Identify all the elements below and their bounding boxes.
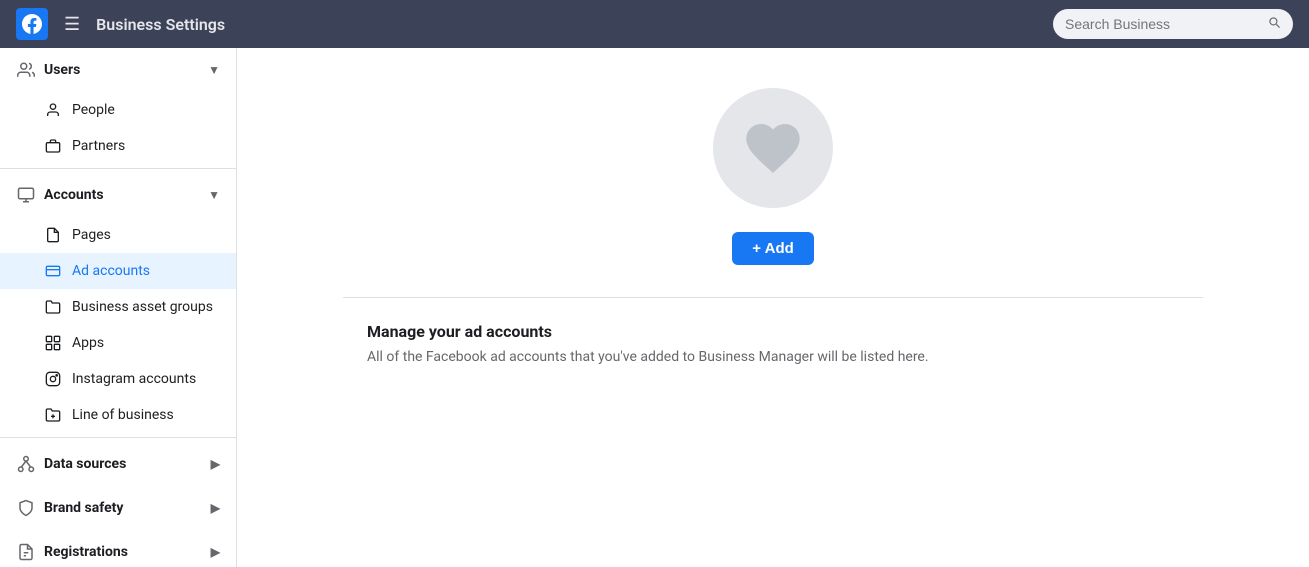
layout: Users ▼ People Partners [0, 48, 1309, 567]
divider-1 [0, 168, 236, 169]
sidebar-item-pages[interactable]: Pages [0, 217, 236, 253]
search-icon [1267, 15, 1281, 33]
sidebar-section-users[interactable]: Users ▼ [0, 48, 236, 92]
accounts-chevron: ▼ [208, 188, 220, 202]
partners-label: Partners [72, 138, 125, 154]
brand-safety-chevron: ▶ [211, 501, 220, 515]
users-section-label: Users [44, 62, 80, 78]
ad-accounts-icon [44, 262, 62, 280]
sidebar-item-ad-accounts[interactable]: Ad accounts [0, 253, 236, 289]
business-asset-groups-icon [44, 298, 62, 316]
sidebar-item-partners[interactable]: Partners [0, 128, 236, 164]
topbar: ☰ Business Settings [0, 0, 1309, 48]
brand-safety-icon [16, 498, 36, 518]
topbar-title: Business Settings [96, 15, 1041, 34]
divider-2 [0, 437, 236, 438]
partners-icon [44, 137, 62, 155]
sidebar: Users ▼ People Partners [0, 48, 237, 567]
people-label: People [72, 102, 115, 118]
search-bar[interactable] [1053, 9, 1293, 39]
sidebar-section-registrations[interactable]: Registrations ▶ [0, 530, 236, 567]
people-icon [44, 101, 62, 119]
registrations-label: Registrations [44, 544, 128, 560]
empty-icon [713, 88, 833, 208]
section-divider [343, 297, 1203, 298]
apps-icon [44, 334, 62, 352]
instagram-icon [44, 370, 62, 388]
pages-icon [44, 226, 62, 244]
line-of-business-label: Line of business [72, 407, 174, 423]
empty-state: + Add Manage your ad accounts All of the… [323, 48, 1223, 385]
sidebar-section-accounts[interactable]: Accounts ▼ [0, 173, 236, 217]
data-sources-chevron: ▶ [211, 457, 220, 471]
search-input[interactable] [1065, 16, 1259, 32]
sidebar-item-line-of-business[interactable]: Line of business [0, 397, 236, 433]
sidebar-section-brand-safety[interactable]: Brand safety ▶ [0, 486, 236, 530]
brand-safety-label: Brand safety [44, 500, 123, 516]
pages-label: Pages [72, 227, 111, 243]
ad-accounts-label: Ad accounts [72, 263, 150, 279]
accounts-icon [16, 185, 36, 205]
line-of-business-icon [44, 406, 62, 424]
sidebar-item-business-asset-groups[interactable]: Business asset groups [0, 289, 236, 325]
users-icon [16, 60, 36, 80]
manage-subtitle: All of the Facebook ad accounts that you… [367, 349, 1179, 365]
business-asset-groups-label: Business asset groups [72, 299, 213, 315]
sidebar-item-instagram-accounts[interactable]: Instagram accounts [0, 361, 236, 397]
add-button-label: + Add [752, 240, 794, 257]
manage-title: Manage your ad accounts [367, 322, 1179, 341]
registrations-icon [16, 542, 36, 562]
registrations-chevron: ▶ [211, 545, 220, 559]
menu-icon[interactable]: ☰ [60, 10, 84, 39]
users-chevron: ▼ [208, 63, 220, 77]
accounts-section-label: Accounts [44, 187, 104, 203]
data-sources-icon [16, 454, 36, 474]
add-button[interactable]: + Add [732, 232, 814, 265]
sidebar-item-people[interactable]: People [0, 92, 236, 128]
main-content: + Add Manage your ad accounts All of the… [237, 48, 1309, 567]
facebook-logo [16, 8, 48, 40]
manage-section: Manage your ad accounts All of the Faceb… [343, 322, 1203, 365]
apps-label: Apps [72, 335, 104, 351]
data-sources-label: Data sources [44, 456, 126, 472]
instagram-accounts-label: Instagram accounts [72, 371, 196, 387]
sidebar-item-apps[interactable]: Apps [0, 325, 236, 361]
sidebar-section-data-sources[interactable]: Data sources ▶ [0, 442, 236, 486]
